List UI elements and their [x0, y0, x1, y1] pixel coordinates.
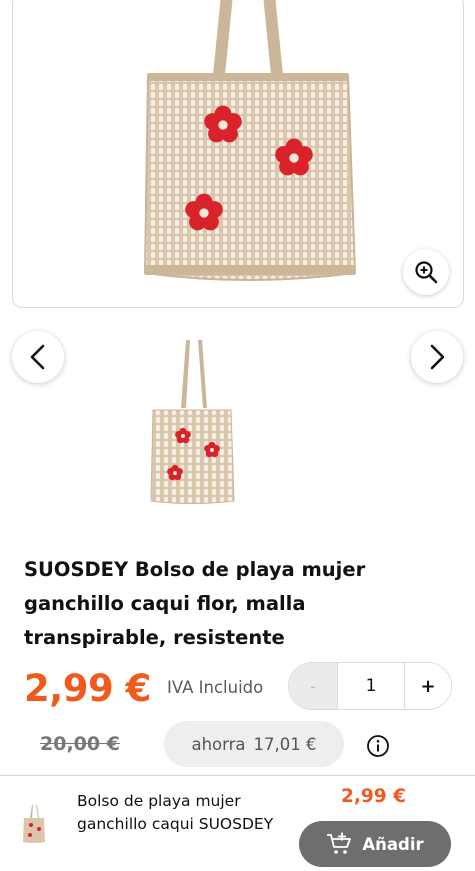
tax-note: IVA Incluido: [167, 678, 264, 697]
decrease-quantity-button[interactable]: -: [289, 663, 337, 709]
product-price: 2,99 €: [24, 667, 151, 710]
sticky-product-thumbnail: [23, 805, 45, 843]
add-to-cart-button[interactable]: Añadir: [299, 821, 451, 867]
add-to-cart-label: Añadir: [362, 834, 424, 854]
zoom-in-icon: [415, 261, 438, 284]
next-image-button[interactable]: [411, 331, 463, 383]
chevron-right-icon: [430, 344, 445, 370]
product-image-card[interactable]: [12, 0, 464, 308]
quantity-input[interactable]: 1: [337, 663, 405, 709]
previous-image-button[interactable]: [12, 331, 64, 383]
sticky-product-title: Bolso de playa mujer ganchillo caqui SUO…: [77, 792, 274, 833]
sticky-product-price: 2,99 €: [341, 786, 406, 807]
original-price: 20,00 €: [40, 733, 120, 755]
thumbnail-image[interactable]: [146, 336, 238, 506]
savings-label: ahorra: [191, 734, 246, 754]
savings-amount: 17,01 €: [253, 734, 317, 754]
zoom-button[interactable]: [403, 249, 449, 295]
savings-badge: ahorra 17,01 €: [164, 721, 344, 767]
quantity-stepper: - 1 +: [288, 662, 452, 710]
cart-add-icon: [327, 832, 352, 854]
increase-quantity-button[interactable]: +: [405, 663, 451, 709]
product-image: [143, 0, 357, 281]
info-icon[interactable]: [366, 734, 390, 758]
chevron-left-icon: [30, 344, 45, 370]
divider: [0, 775, 475, 776]
product-title: SUOSDEY Bolso de playa mujer ganchillo c…: [24, 558, 366, 649]
